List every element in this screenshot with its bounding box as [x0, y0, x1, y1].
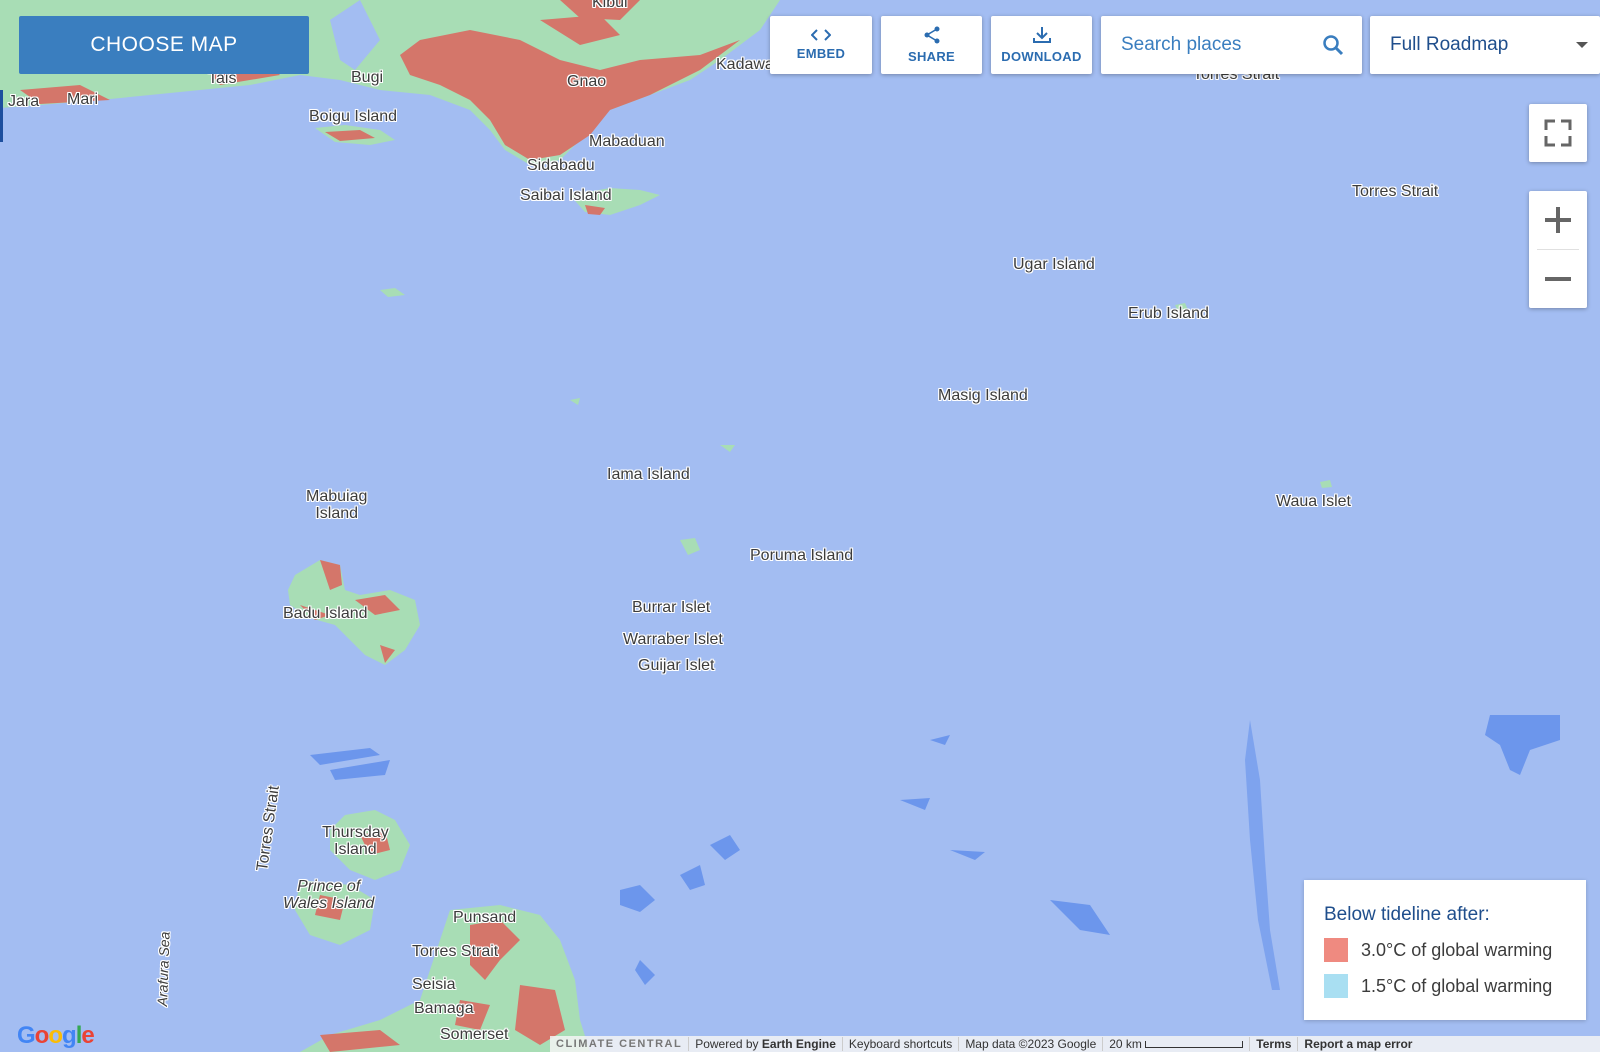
search-box[interactable] [1101, 16, 1362, 74]
powered-by-label: Powered by [695, 1037, 759, 1051]
search-input[interactable] [1119, 33, 1323, 57]
earth-engine-label: Earth Engine [761, 1037, 836, 1051]
legend-item-3c: 3.0°C of global warming [1324, 938, 1552, 962]
terms-link[interactable]: Terms [1250, 1037, 1299, 1051]
place-label-kadawa: Kadawa [716, 56, 774, 73]
panel-edge-indicator [0, 90, 3, 142]
plus-icon [1545, 207, 1571, 233]
place-label-sidabadu: Sidabadu [527, 157, 595, 174]
attribution-bar: CLIMATE CENTRAL Powered by Earth Engine … [550, 1036, 1600, 1052]
download-icon [1032, 27, 1051, 43]
fullscreen-button[interactable] [1529, 104, 1587, 162]
powered-by: Powered by Earth Engine [689, 1037, 843, 1051]
place-label-arafura-sea: Arafura Sea [154, 931, 173, 1007]
download-label: DOWNLOAD [1001, 49, 1082, 64]
place-label-burrar-islet: Burrar Islet [632, 599, 711, 616]
place-label-warraber-islet: Warraber Islet [623, 631, 723, 648]
choose-map-button[interactable]: CHOOSE MAP [19, 16, 309, 74]
legend-title: Below tideline after: [1324, 904, 1490, 925]
place-label-thursday-island: Thursday Island [322, 824, 389, 858]
fullscreen-icon [1544, 119, 1572, 147]
climate-central-logo: CLIMATE CENTRAL [550, 1037, 690, 1051]
legend-panel: Below tideline after: 3.0°C of global wa… [1304, 880, 1586, 1020]
keyboard-shortcuts-link[interactable]: Keyboard shortcuts [843, 1037, 960, 1051]
legend-swatch-3c [1324, 938, 1348, 962]
place-label-kibul: Kibul [592, 0, 628, 11]
chevron-down-icon [1576, 42, 1588, 48]
search-icon[interactable] [1322, 34, 1344, 56]
place-label-mabuiag-island: Mabuiag Island [306, 488, 368, 522]
place-label-poruma-island: Poruma Island [750, 547, 854, 564]
place-label-bamaga: Bamaga [414, 1000, 474, 1017]
place-label-boigu-island: Boigu Island [309, 108, 398, 125]
legend-label-3c: 3.0°C of global warming [1361, 939, 1553, 960]
place-label-saibai-island: Saibai Island [520, 187, 612, 204]
place-label-torres-strait-bottom: Torres Strait [412, 943, 499, 960]
scale-label: 20 km [1109, 1037, 1142, 1051]
place-label-waua-islet: Waua Islet [1276, 493, 1351, 510]
embed-button[interactable]: EMBED [770, 16, 872, 74]
download-button[interactable]: DOWNLOAD [991, 16, 1092, 74]
place-label-gnao: Gnao [567, 73, 607, 90]
place-label-seisia: Seisia [412, 976, 456, 993]
map-data-attribution: Map data ©2023 Google [959, 1037, 1104, 1051]
place-label-mari: Mari [67, 91, 99, 108]
map-type-select[interactable]: Full Roadmap [1370, 16, 1600, 74]
legend-swatch-1-5c [1324, 974, 1348, 998]
legend-item-1-5c: 1.5°C of global warming [1324, 974, 1552, 998]
legend-label-1-5c: 1.5°C of global warming [1361, 975, 1553, 996]
share-button[interactable]: SHARE [881, 16, 982, 74]
report-map-error-link[interactable]: Report a map error [1298, 1037, 1418, 1051]
scale-line [1145, 1041, 1244, 1049]
minus-icon [1545, 277, 1571, 281]
place-label-mabaduan: Mabaduan [589, 133, 665, 150]
place-label-bugi: Bugi [351, 69, 384, 86]
place-label-somerset: Somerset [440, 1026, 509, 1043]
place-label-masig-island: Masig Island [938, 387, 1028, 404]
place-label-torres-strait-right: Torres Strait [1352, 183, 1439, 200]
zoom-in-button[interactable] [1529, 191, 1587, 249]
scale-bar[interactable]: 20 km [1103, 1037, 1251, 1051]
place-label-iama-island: Iama Island [607, 466, 690, 483]
place-label-jara: Jara [8, 93, 40, 110]
place-label-guijar-islet: Guijar Islet [638, 657, 715, 674]
share-icon [924, 26, 939, 44]
place-label-ugar-island: Ugar Island [1013, 256, 1095, 273]
google-logo: Google [17, 1022, 95, 1049]
zoom-controls [1529, 191, 1587, 308]
place-label-punsand: Punsand [453, 909, 517, 926]
place-label-erub-island: Erub Island [1128, 305, 1209, 322]
code-icon [811, 29, 831, 41]
zoom-out-button[interactable] [1529, 250, 1587, 308]
share-label: SHARE [907, 49, 955, 64]
embed-label: EMBED [796, 46, 846, 61]
place-label-prince-of-wales-island: Prince of Wales Island [283, 878, 375, 912]
map-type-value: Full Roadmap [1390, 34, 1509, 55]
place-label-badu-island: Badu Island [283, 605, 368, 622]
